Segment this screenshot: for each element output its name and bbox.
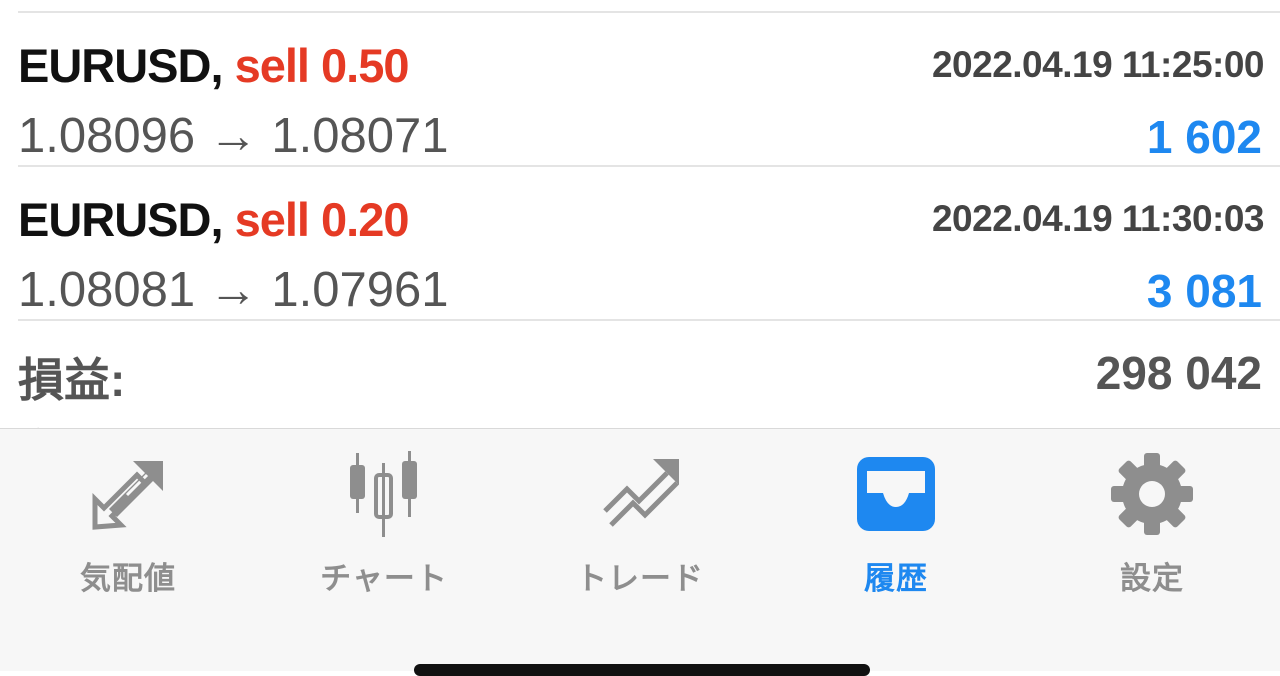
tab-settings[interactable]: 設定 (1024, 429, 1280, 609)
tab-label: 履歴 (864, 561, 928, 596)
tab-label: チャート (320, 561, 448, 596)
tab-history[interactable]: 履歴 (768, 429, 1024, 609)
trade-title: EURUSD, sell 0.20 (18, 192, 410, 247)
trade-profit: 1 602 (1146, 111, 1262, 163)
trade-side: sell 0.50 (234, 39, 410, 92)
trade-row[interactable]: EURUSD, sell 0.50 2022.04.19 11:25:00 1.… (0, 12, 1280, 164)
trade-time: 2022.04.19 11:30:03 (931, 198, 1265, 239)
trade-row[interactable]: EURUSD, sell 0.20 2022.04.19 11:30:03 1.… (0, 166, 1280, 318)
bottom-tab-bar: 気配値 チャート トレード 履歴 設定 (0, 428, 1280, 671)
trade-prices: 1.08081 → 1.07961 (18, 263, 449, 317)
profit-total: 298 042 (1095, 347, 1262, 399)
tab-label: 気配値 (80, 561, 176, 596)
profit-label: 損益: (18, 354, 126, 406)
credit-label-partial: クレジット (18, 414, 248, 428)
tab-label: トレード (576, 561, 704, 596)
quotes-arrows-icon (92, 461, 163, 530)
trade-time: 2022.04.19 11:25:00 (931, 44, 1265, 85)
trade-title: EURUSD, sell 0.50 (18, 38, 410, 93)
trade-profit: 3 081 (1146, 265, 1262, 317)
tab-chart[interactable]: チャート (256, 429, 512, 609)
tab-trade[interactable]: トレード (512, 429, 768, 609)
trade-symbol: EURUSD, (18, 39, 224, 92)
trade-trend-icon (603, 459, 679, 527)
trade-symbol: EURUSD, (18, 193, 224, 246)
settings-gear-icon (1111, 453, 1193, 535)
tab-quotes[interactable]: 気配値 (0, 429, 256, 609)
home-indicator[interactable] (414, 664, 870, 676)
trade-side: sell 0.20 (234, 193, 410, 246)
tab-label: 設定 (1120, 561, 1184, 596)
divider (18, 319, 1280, 321)
candlestick-chart-icon (350, 451, 417, 537)
history-content: EURUSD, sell 0.50 2022.04.19 11:25:00 1.… (0, 0, 1280, 428)
trade-prices: 1.08096 → 1.08071 (18, 109, 449, 163)
history-inbox-icon (857, 457, 935, 531)
